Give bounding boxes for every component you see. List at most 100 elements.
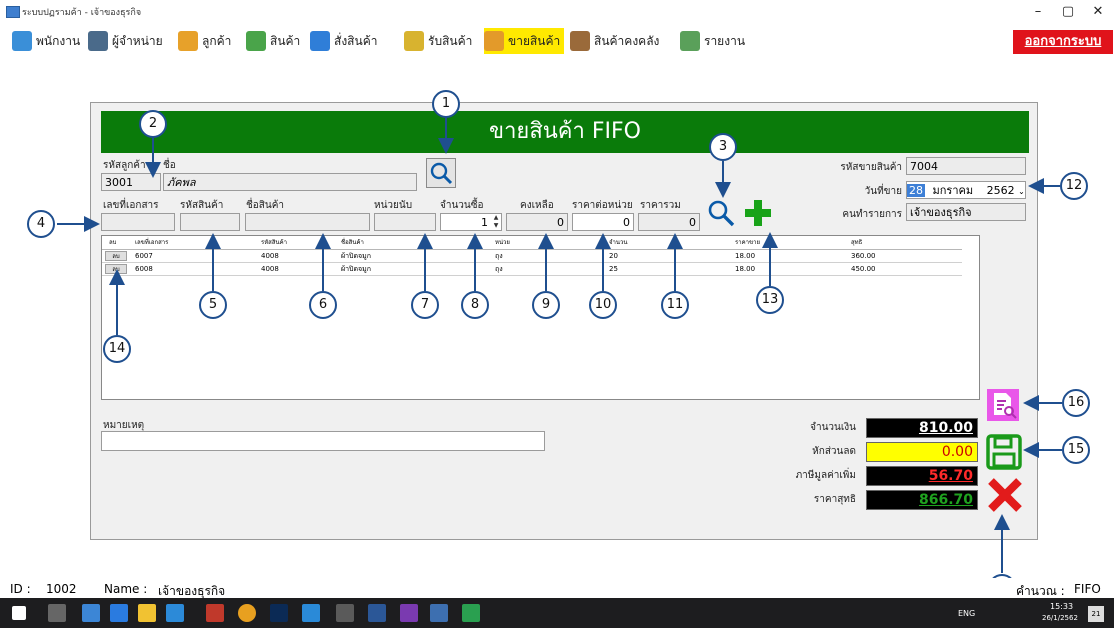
customer-name-field: ภัคพล [163,173,417,191]
menu-sell-label: ขายสินค้า [508,33,561,48]
sale-date-day: 28 [907,184,925,197]
product-search-button[interactable] [706,198,736,228]
unit-field [374,213,436,231]
add-item-button[interactable] [742,197,774,229]
menu-employee-label: พนักงาน [36,33,81,48]
table-row[interactable]: ลบ 6008 4008 ผ้าปิดจมูก ถุง 25 18.00 450… [102,263,962,276]
menu-inventory[interactable]: สินค้าคงคลัง [570,28,659,54]
menu-report-label: รายงาน [704,33,746,48]
visual-studio-icon[interactable] [400,604,418,622]
menu-report[interactable]: รายงาน [680,28,745,54]
app-blue-icon[interactable] [302,604,320,622]
cell-doc: 6007 [135,252,153,260]
menu-sell[interactable]: ขายสินค้า [484,28,565,54]
menu-customer-label: ลูกค้า [202,33,232,48]
table-row[interactable]: ลบ 6007 4008 ผ้าปิดจมูก ถุง 20 18.00 360… [102,250,962,263]
sale-date-label: วันที่ขาย [864,186,902,197]
customer-name-label: ชื่อ [163,160,176,171]
cell-code: 4008 [261,265,279,273]
callout-4: 4 [27,210,55,238]
status-calc: FIFO [1074,582,1101,596]
cell-name: ผ้าปิดจมูก [341,265,371,273]
logout-button[interactable]: ออกจากระบบ [1013,30,1113,54]
tray-time[interactable]: 15:33 [1050,602,1073,611]
operator-field: เจ้าของธุรกิจ [906,203,1026,221]
total-price-field: 0 [638,213,700,231]
close-window-button[interactable]: ✕ [1083,2,1113,22]
menu-supplier[interactable]: ผู้จำหน่าย [88,28,163,54]
col-net: สุทธิ [851,239,863,246]
sale-date-picker[interactable]: 28 มกราคม 2562 ⌄ [906,181,1026,199]
status-name-label: Name : [104,582,148,596]
menu-customer[interactable]: ลูกค้า [178,28,231,54]
app-icon [6,6,20,18]
chevron-down-icon[interactable]: ⌄ [1018,187,1025,196]
remaining-field: 0 [506,213,568,231]
vat-value: 56.70 [866,466,978,486]
task-view-icon[interactable] [48,604,66,622]
net-label: ราคาสุทธิ [813,494,856,505]
inventory-icon [570,31,590,51]
qty-label: จำนวนซื้อ [440,200,484,211]
minimize-button[interactable]: – [1023,2,1053,22]
cancel-button[interactable] [986,476,1024,514]
app-red-icon[interactable] [206,604,224,622]
callout-10: 10 [589,291,617,319]
explorer-icon[interactable] [138,604,156,622]
col-qty: จำนวน [609,239,628,246]
menu-employee[interactable]: พนักงาน [12,28,80,54]
close-icon [988,478,1022,512]
product-code-field [180,213,240,231]
col-name: ชื่อสินค้า [341,239,364,246]
title-bar: ระบบปฏรามค้า - เจ้าของธุรกิจ – ▢ ✕ [0,0,1114,24]
menu-product[interactable]: สินค้า [246,28,300,54]
windows-start-icon[interactable] [12,606,26,620]
cell-code: 4008 [261,252,279,260]
callout-1: 1 [432,90,460,118]
total-price-label: ราคารวม [640,200,681,211]
unit-label: หน่วยนับ [374,200,413,211]
maximize-button[interactable]: ▢ [1053,2,1083,22]
delete-row-button[interactable]: ลบ [105,264,127,274]
vat-label: ภาษีมูลค่าเพิ่ม [795,470,856,481]
customer-code-field[interactable]: 3001 [101,173,161,191]
store-icon[interactable] [82,604,100,622]
supplier-icon [88,31,108,51]
order-icon [310,31,330,51]
callout-9: 9 [532,291,560,319]
search-icon [708,200,735,227]
menu-order[interactable]: สั่งสินค้า [310,28,377,54]
running-app-icon[interactable] [430,604,448,622]
amount-value: 810.00 [866,418,978,438]
sale-code-field: 7004 [906,157,1026,175]
edge-icon[interactable] [110,604,128,622]
discount-field[interactable]: 0.00 [866,442,978,462]
cell-net: 450.00 [851,265,876,273]
product-icon [246,31,266,51]
green-app-icon[interactable] [462,604,480,622]
delete-row-button[interactable]: ลบ [105,251,127,261]
word-icon[interactable] [368,604,386,622]
cell-qty: 25 [609,265,618,273]
note-field[interactable] [101,431,545,451]
chrome-icon[interactable] [238,604,256,622]
unit-price-field[interactable]: 0 [572,213,634,231]
bag-icon[interactable] [166,604,184,622]
amount-label: จำนวนเงิน [810,422,856,433]
cell-price: 18.00 [735,252,756,260]
tool-icon[interactable] [336,604,354,622]
discount-label: หักส่วนลด [812,446,856,457]
tray-lang[interactable]: ENG [958,609,975,618]
save-button[interactable] [986,434,1022,470]
photoshop-icon[interactable] [270,604,288,622]
preview-report-button[interactable] [986,388,1020,422]
tray-date[interactable]: 26/1/2562 [1042,614,1078,622]
callout-7: 7 [411,291,439,319]
qty-spin-arrows[interactable]: ▲ ▼ [491,214,501,230]
callout-12: 12 [1060,172,1088,200]
customer-search-button[interactable] [426,158,456,188]
notification-icon[interactable]: 21 [1088,606,1104,622]
menu-receive[interactable]: รับสินค้า [404,28,472,54]
cell-unit: ถุง [495,265,503,273]
receive-icon [404,31,424,51]
